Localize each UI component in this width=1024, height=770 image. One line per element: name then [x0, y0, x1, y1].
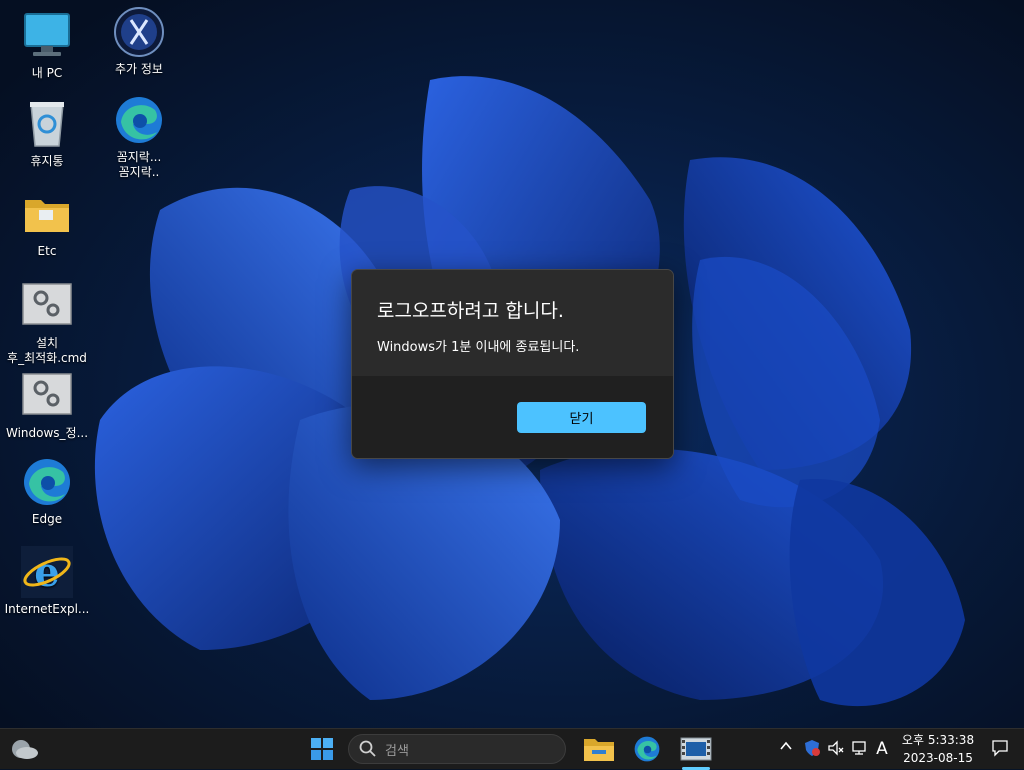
info-globe-icon: [114, 7, 164, 57]
desktop-icon-etc-folder[interactable]: Etc: [2, 188, 92, 259]
dialog-message: Windows가 1분 이내에 종료됩니다.: [377, 340, 580, 355]
input-method-indicator[interactable]: A: [872, 739, 892, 759]
dialog-footer: 닫기: [352, 376, 673, 458]
desktop-icon-edge[interactable]: Edge: [2, 456, 92, 527]
edge-icon: [24, 459, 70, 505]
clock-date: 2023-08-15: [903, 751, 973, 765]
taskbar: 검색 A 오후 5:33:38 2023-08-15: [0, 728, 1024, 770]
dialog-title: 로그오프하려고 합니다.: [377, 300, 564, 322]
desktop-icon-label: 내 PC: [31, 66, 63, 80]
start-icon: [311, 738, 333, 760]
file-explorer-icon: [584, 739, 614, 761]
desktop-icon-label: Etc: [37, 244, 57, 258]
recycle-bin-icon: [30, 102, 64, 147]
desktop-icon-kkomjirak[interactable]: 꼼지락... 꼼지락..: [94, 94, 184, 180]
desktop-icon-label: 휴지통: [30, 154, 64, 168]
notification-icon[interactable]: [990, 739, 1010, 759]
chevron-up-icon[interactable]: [776, 739, 796, 759]
dialog-content: 로그오프하려고 합니다. Windows가 1분 이내에 종료됩니다.: [352, 270, 673, 376]
network-icon[interactable]: [850, 739, 870, 759]
desktop-icon-label: 추가 정보: [115, 62, 163, 76]
desktop-icon-label: 꼼지락... 꼼지락..: [116, 150, 162, 179]
desktop-icon-internet-explorer[interactable]: e InternetExpl...: [2, 546, 92, 617]
taskbar-edge[interactable]: [630, 733, 664, 765]
desktop-icon-label: 설치 후_최적화.cmd: [7, 336, 87, 365]
desktop-icon-label: InternetExpl...: [4, 602, 90, 616]
desktop-icon-windows-cmd[interactable]: Windows_정...: [2, 370, 92, 441]
desktop-icon-recycle-bin[interactable]: 휴지통: [2, 98, 92, 169]
desktop-icon-setup-cmd[interactable]: 설치 후_최적화.cmd: [2, 280, 92, 366]
taskbar-clock[interactable]: 오후 5:33:38 2023-08-15: [896, 731, 980, 767]
edge-icon: [116, 97, 162, 143]
security-shield-icon[interactable]: [802, 739, 822, 759]
start-button[interactable]: [306, 733, 338, 765]
desktop-icon-label: Windows_정...: [5, 426, 89, 440]
taskbar-media-app[interactable]: [678, 733, 714, 770]
media-app-icon: [680, 737, 712, 761]
cmd-settings-icon: [22, 373, 72, 415]
cloud-icon: [12, 740, 38, 759]
svg-text:e: e: [34, 549, 59, 596]
speaker-muted-icon[interactable]: [826, 739, 846, 759]
close-button[interactable]: 닫기: [517, 402, 646, 433]
logoff-dialog: 로그오프하려고 합니다. Windows가 1분 이내에 종료됩니다. 닫기: [351, 269, 674, 459]
search-icon: [359, 740, 376, 757]
desktop-icon-label: Edge: [31, 512, 63, 526]
desktop-icon-this-pc[interactable]: 내 PC: [2, 10, 92, 81]
taskbar-search-box[interactable]: 검색: [348, 734, 566, 764]
folder-icon: [25, 200, 69, 232]
search-placeholder: 검색: [385, 743, 409, 759]
desktop-icon-more-info[interactable]: 추가 정보: [94, 6, 184, 77]
edge-icon: [634, 736, 660, 762]
this-pc-icon: [24, 13, 70, 56]
internet-explorer-icon: e: [21, 546, 73, 598]
clock-time: 오후 5:33:38: [901, 733, 975, 747]
taskbar-file-explorer[interactable]: [582, 733, 616, 765]
widgets-weather-icon[interactable]: [8, 735, 40, 763]
cmd-settings-icon: [22, 283, 72, 325]
